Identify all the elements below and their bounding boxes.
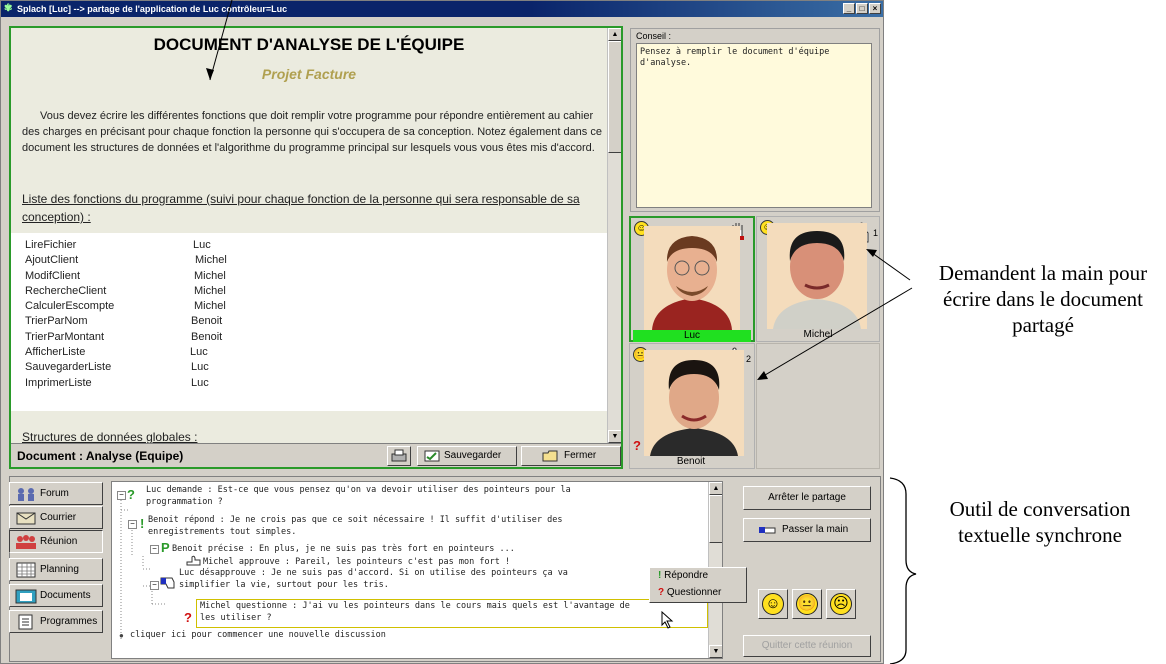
annotation-arrow <box>759 287 913 379</box>
annotation-brace <box>889 477 917 664</box>
annotation-arrowhead <box>206 68 214 80</box>
annotation-hands: Demandent la main pour écrire dans le do… <box>938 261 1148 337</box>
annotation-arrowhead <box>757 371 768 380</box>
annotation-arrow <box>209 0 233 81</box>
annotation-chat: Outil de conversation textuelle synchron… <box>949 497 1131 547</box>
